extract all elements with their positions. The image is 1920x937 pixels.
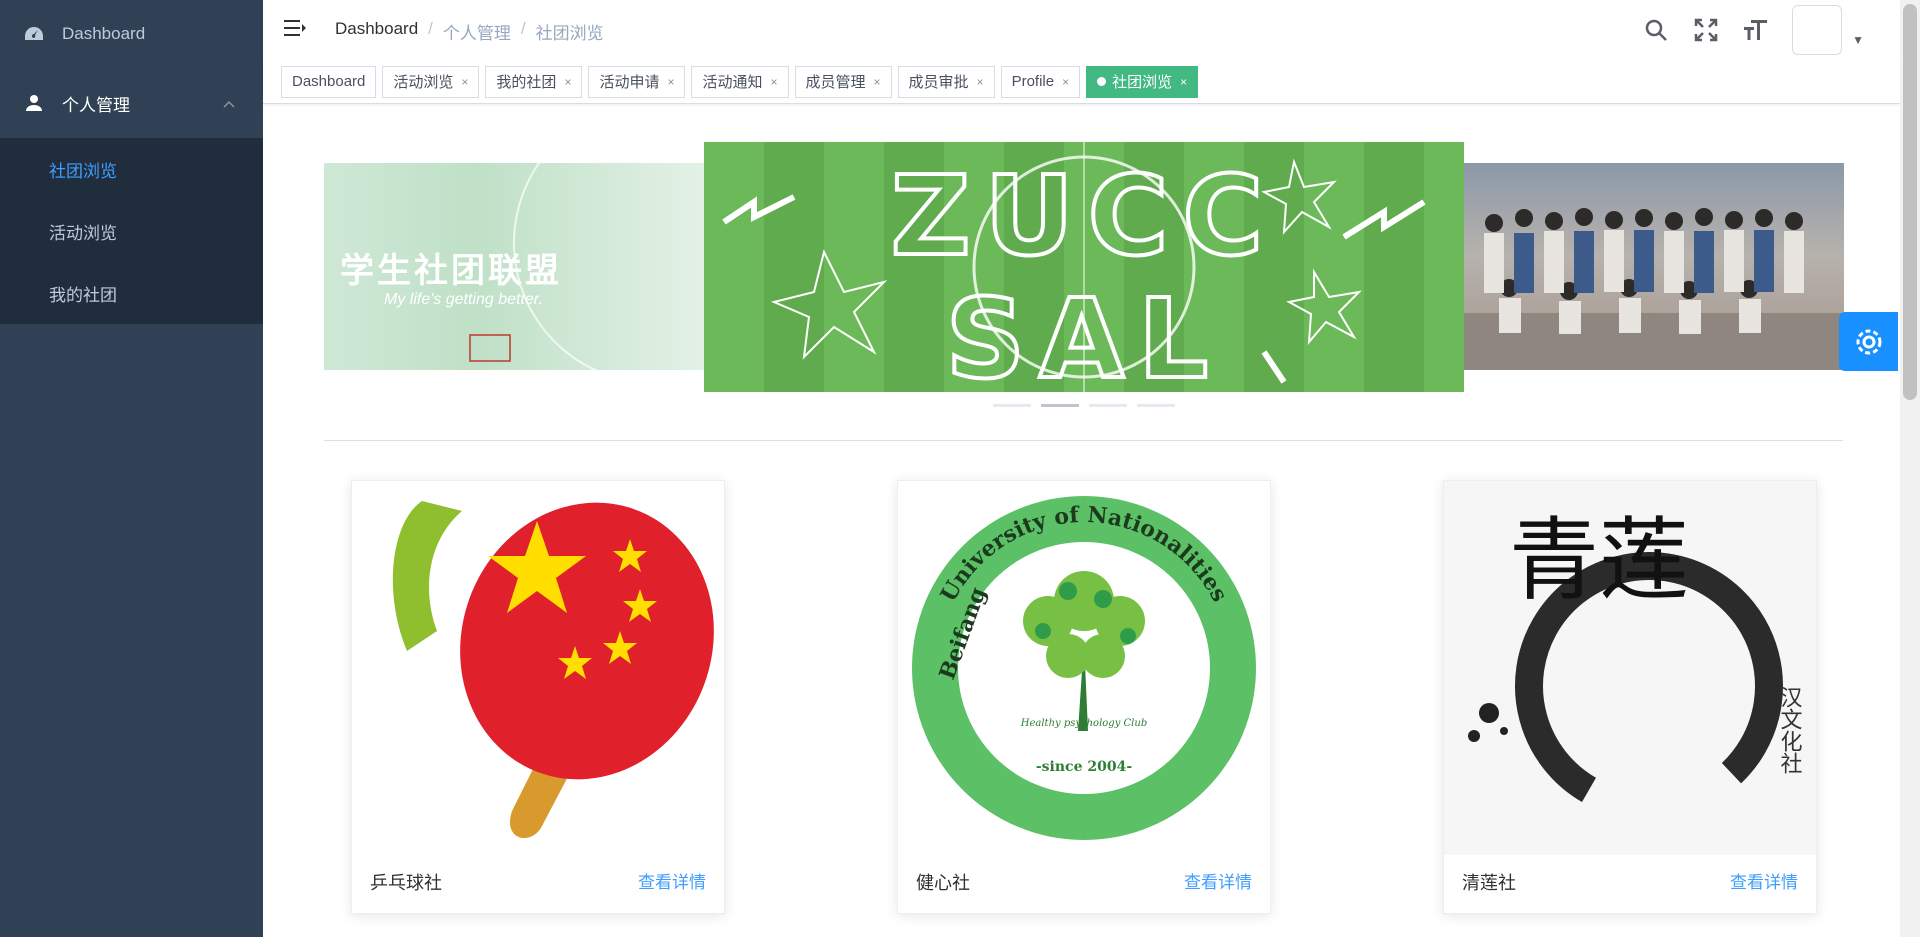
tag-label: 活动浏览	[393, 74, 454, 91]
divider	[324, 440, 1843, 441]
close-icon[interactable]: ×	[564, 75, 571, 89]
tag-label: Dashboard	[292, 73, 366, 90]
carousel-indicator[interactable]	[1040, 404, 1079, 407]
tag-label: 成员管理	[805, 74, 866, 91]
hamburger-icon[interactable]	[283, 17, 309, 43]
close-icon[interactable]: ×	[771, 75, 778, 89]
view-details-link[interactable]: 查看详情	[638, 868, 706, 893]
sidebar-submenu: 社团浏览 活动浏览 我的社团	[0, 138, 263, 324]
tag-profile[interactable]: Profile ×	[1000, 65, 1081, 98]
tag-label: 活动申请	[599, 74, 660, 91]
fullscreen-icon[interactable]	[1692, 16, 1720, 44]
close-icon[interactable]: ×	[461, 75, 468, 89]
close-icon[interactable]: ×	[874, 75, 881, 89]
breadcrumb-separator: /	[428, 19, 433, 38]
tag-dashboard[interactable]: Dashboard	[281, 65, 377, 98]
dashboard-icon	[24, 24, 44, 44]
club-image-jianxin: -since 2004- Healthy psychology Club Uni…	[898, 481, 1270, 855]
tag-activity-notice[interactable]: 活动通知 ×	[691, 65, 789, 98]
tag-label: 我的社团	[496, 74, 557, 91]
carousel-left-title: 学生社团联盟	[340, 251, 562, 291]
carousel-center-text: ZUCC SAL	[889, 150, 1278, 392]
chevron-up-icon	[223, 93, 235, 113]
view-details-link[interactable]: 查看详情	[1730, 868, 1798, 893]
carousel-slide-active[interactable]: ZUCC SAL	[704, 142, 1464, 392]
carousel-slide-prev[interactable]: 学生社团联盟 My life's getting better.	[324, 163, 704, 370]
carousel-left-subtitle: My life's getting better.	[384, 291, 543, 308]
tag-my-clubs[interactable]: 我的社团 ×	[485, 65, 583, 98]
tag-label: 活动通知	[702, 74, 763, 91]
breadcrumb-item-current: 社团浏览	[535, 24, 604, 43]
sidebar-item-dashboard[interactable]: Dashboard	[0, 0, 263, 68]
club-name: 健心社	[916, 873, 970, 893]
breadcrumb-item-dashboard[interactable]: Dashboard	[335, 19, 418, 44]
close-icon[interactable]: ×	[977, 75, 984, 89]
carousel-slide-next[interactable]	[1464, 163, 1844, 370]
tag-label: 社团浏览	[1112, 74, 1173, 91]
active-dot-icon	[1097, 77, 1107, 86]
navbar: Dashboard / 个人管理 / 社团浏览 ▼	[263, 0, 1900, 60]
breadcrumb-item-personal: 个人管理	[442, 24, 511, 43]
font-size-icon[interactable]	[1742, 16, 1770, 44]
club-image-pingpong	[352, 481, 724, 855]
tag-club-browse[interactable]: 社团浏览 ×	[1086, 65, 1199, 98]
tag-activity-apply[interactable]: 活动申请 ×	[588, 65, 686, 98]
svg-text:汉文化社: 汉文化社	[1777, 686, 1803, 774]
club-image-qinglian: 青莲 汉文化社	[1444, 481, 1816, 855]
tag-activity-browse[interactable]: 活动浏览 ×	[382, 65, 480, 98]
sidebar-item-my-clubs[interactable]: 我的社团	[0, 262, 263, 324]
sidebar-item-label: 活动浏览	[49, 223, 117, 243]
close-icon[interactable]: ×	[1062, 75, 1069, 89]
tag-label: Profile	[1011, 73, 1055, 90]
svg-text:青莲: 青莲	[1509, 508, 1689, 613]
sidebar-item-label: 社团浏览	[49, 161, 117, 181]
club-logo-qinglian: 青莲 汉文化社	[1444, 481, 1816, 855]
user-icon	[24, 93, 44, 113]
tag-label: 成员审批	[908, 74, 969, 91]
sidebar-item-club-browse[interactable]: 社团浏览	[0, 138, 263, 200]
settings-button[interactable]	[1839, 312, 1898, 371]
svg-text:-since 2004-: -since 2004-	[1036, 759, 1132, 775]
sidebar-item-label: Dashboard	[62, 24, 146, 43]
breadcrumb-separator: /	[520, 19, 526, 38]
carousel[interactable]: 学生社团联盟 My life's getting better. ZUCC SA…	[324, 142, 1844, 417]
club-logo-jianxin: -since 2004- Healthy psychology Club Uni…	[912, 496, 1256, 840]
search-icon[interactable]	[1642, 16, 1670, 44]
sidebar-item-label: 我的社团	[49, 285, 117, 305]
club-card: 乒乓球社 查看详情	[351, 480, 725, 914]
sidebar-item-label: 个人管理	[62, 95, 130, 115]
carousel-indicator[interactable]	[992, 404, 1031, 407]
sidebar-item-personal[interactable]: 个人管理	[0, 68, 263, 138]
tag-member-manage[interactable]: 成员管理 ×	[794, 65, 892, 98]
club-name: 乒乓球社	[370, 873, 442, 893]
scrollbar-thumb[interactable]	[1903, 4, 1917, 400]
close-icon[interactable]: ×	[1180, 75, 1187, 89]
main-content: 学生社团联盟 My life's getting better. ZUCC SA…	[263, 105, 1900, 937]
breadcrumb: Dashboard / 个人管理 / 社团浏览	[335, 19, 604, 44]
carousel-indicator[interactable]	[1088, 404, 1127, 407]
carousel-indicator[interactable]	[1136, 404, 1175, 407]
svg-text:SAL: SAL	[946, 275, 1222, 392]
close-icon[interactable]: ×	[667, 75, 674, 89]
svg-text:Healthy psychology Club: Healthy psychology Club	[1020, 718, 1147, 729]
carousel-indicators	[324, 404, 1843, 407]
ping-pong-paddle-icon	[392, 501, 714, 838]
tags-view: Dashboard 活动浏览 × 我的社团 × 活动申请 × 活动通知 × 成员…	[263, 60, 1900, 104]
club-card: -since 2004- Healthy psychology Club Uni…	[897, 480, 1271, 914]
svg-text:ZUCC: ZUCC	[891, 152, 1278, 280]
sidebar-item-activity-browse[interactable]: 活动浏览	[0, 200, 263, 262]
navbar-tools: ▼	[1642, 0, 1864, 60]
page-scrollbar[interactable]	[1900, 0, 1920, 937]
avatar[interactable]	[1792, 5, 1843, 55]
club-name: 清莲社	[1462, 873, 1516, 893]
sidebar: Dashboard 个人管理 社团浏览 活动浏览 我的社团	[0, 0, 263, 937]
group-photo-icon	[1464, 208, 1844, 370]
caret-down-icon[interactable]: ▼	[1852, 33, 1864, 47]
tag-member-approve[interactable]: 成员审批 ×	[897, 65, 995, 98]
gear-icon	[1856, 329, 1881, 354]
club-card: 青莲 汉文化社 清莲社 查看详情	[1443, 480, 1817, 914]
view-details-link[interactable]: 查看详情	[1184, 868, 1252, 893]
